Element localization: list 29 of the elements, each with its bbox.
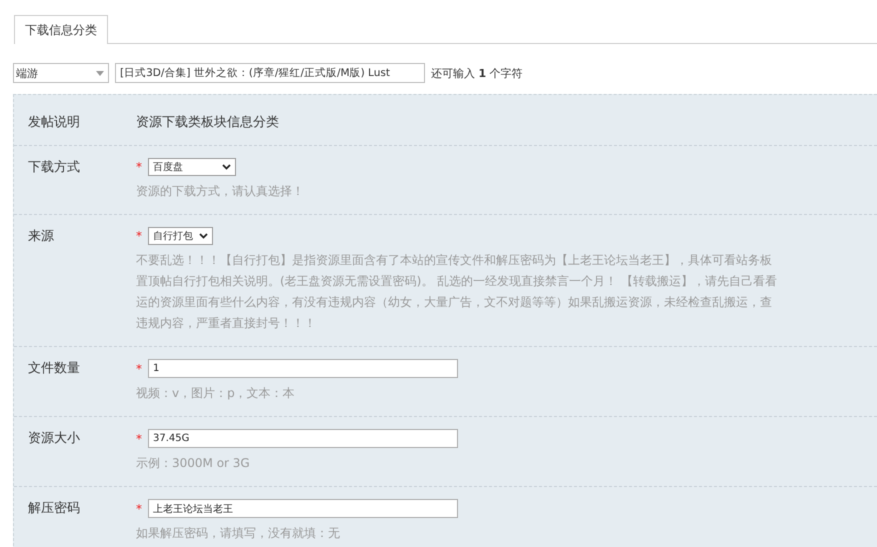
intro-text: 资源下载类板块信息分类 [136,114,279,131]
chevron-icon [199,233,208,239]
hint-text: 资源的下载方式，请认真选择！ [136,183,304,200]
chevron-icon [222,164,231,170]
caret-icon [96,70,104,76]
field-label: 资源大小 [28,430,81,448]
hint-text: 不要乱选！！！【自行打包】是指资源里面含有了本站的宣传文件和解压密码为【上老王论坛当老王】，具体可看站务板 置顶帖自行打包相关说明。(老王盘资源无需设置密码)。 乱选的一经发现直接禁言一个月！ 【转载搬运】，请先自己看看 运的资源里面有些什么内容，有没有违规内容（幼女，大量广告，文不对题等等）如果乱搬运资源，未经检查乱搬运，查 违规内容，严重者直接封号！！！ [136,252,777,332]
field-label: 来源 [28,228,55,246]
input-field[interactable]: 37.45G [148,429,458,448]
field-label: 解压密码 [28,500,81,518]
field-label: 下载方式 [28,159,81,177]
required-mark: * [136,362,143,376]
title-field[interactable]: [日式3D/合集] 世外之欲：(序章/猩红/正式版/M版) Lust [115,63,425,83]
hint-text: 如果解压密码，请填写，没有就填：无 [136,525,341,542]
tab[interactable]: 下载信息分类 [14,15,108,44]
field-label: 文件数量 [28,360,81,378]
dropdown[interactable]: 百度盘 [148,158,236,176]
input-field[interactable]: 上老王论坛当老王 [148,499,458,518]
input-field[interactable]: 1 [148,359,458,378]
field-label: 发帖说明 [28,114,81,131]
hint-text: 示例：3000M or 3G [136,455,251,472]
hint-text: 视频：v，图片：p，文本：本 [136,385,296,402]
required-mark: * [136,432,143,446]
character-count-text: 还可输入 1 个字符 [431,66,523,80]
required-mark: * [136,502,143,516]
category-select[interactable]: 端游 [13,63,109,83]
required-mark: * [136,229,143,243]
dropdown[interactable]: 自行打包 [148,227,213,245]
required-mark: * [136,160,143,174]
